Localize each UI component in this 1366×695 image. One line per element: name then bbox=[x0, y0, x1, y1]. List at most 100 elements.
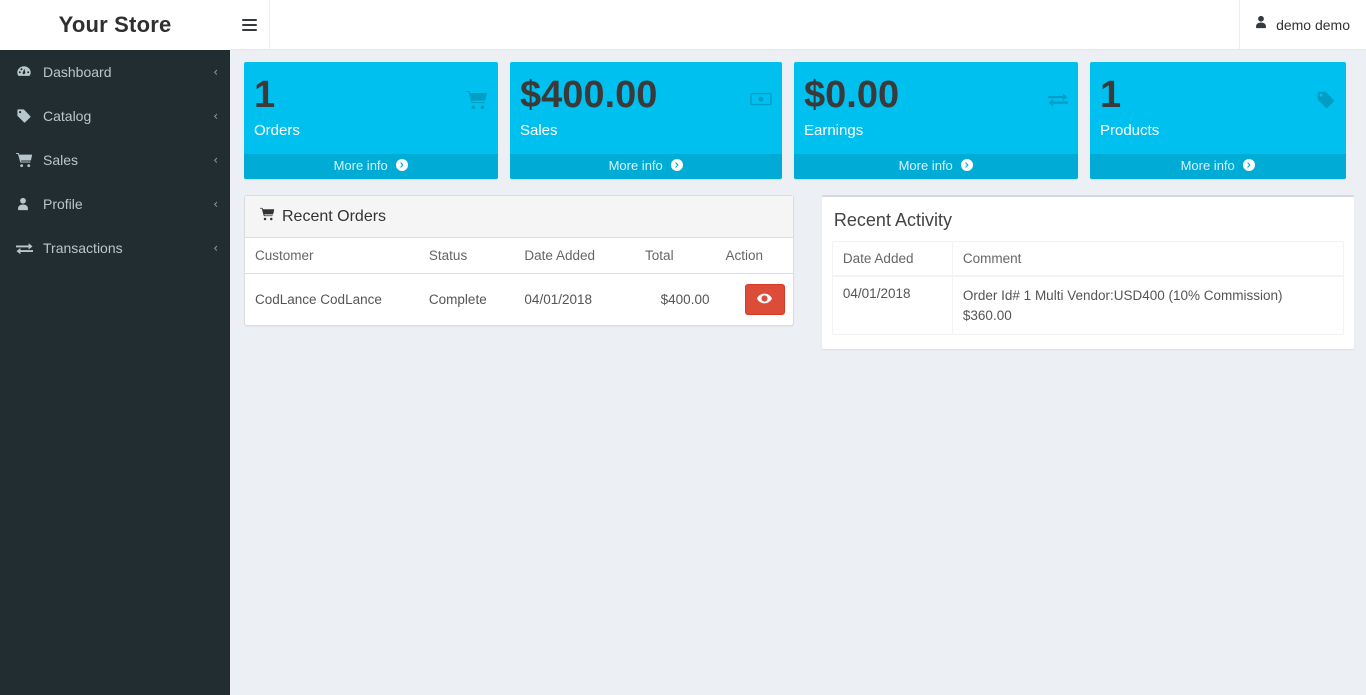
stat-card-orders-wrap: 1 Orders More info bbox=[244, 62, 510, 179]
recent-activity-panel: Recent Activity Date Added Comment 04/01… bbox=[821, 195, 1354, 350]
column-header-comment: Comment bbox=[951, 241, 1345, 277]
user-icon bbox=[16, 196, 40, 212]
sidebar-item-label: Profile bbox=[43, 196, 83, 212]
cell-action bbox=[717, 274, 792, 326]
sidebar-item-catalog[interactable]: Catalog ‹ bbox=[0, 94, 230, 138]
cell-comment: Order Id# 1 Multi Vendor:USD400 (10% Com… bbox=[951, 275, 1345, 336]
arrow-circle-right-icon bbox=[1243, 159, 1256, 174]
column-header-customer: Customer bbox=[245, 238, 421, 274]
stat-card-footer-label: More info bbox=[608, 158, 663, 173]
recent-orders-heading: Recent Orders bbox=[245, 196, 793, 238]
recent-orders-title: Recent Orders bbox=[282, 207, 387, 225]
user-menu[interactable]: demo demo bbox=[1239, 0, 1366, 49]
brand-title: Your Store bbox=[58, 12, 172, 37]
top-navbar: demo demo bbox=[230, 0, 1366, 50]
table-header-row: Date Added Comment bbox=[831, 241, 1345, 277]
arrow-circle-right-icon bbox=[396, 159, 409, 174]
sidebar-item-transactions[interactable]: Transactions ‹ bbox=[0, 226, 230, 270]
stat-card-earnings-wrap: $0.00 Earnings More info bbox=[794, 62, 1090, 179]
tag-icon bbox=[16, 108, 40, 124]
chevron-left-icon: ‹ bbox=[213, 153, 218, 167]
shopping-cart-icon bbox=[260, 207, 275, 226]
sidebar-item-dashboard[interactable]: Dashboard ‹ bbox=[0, 50, 230, 94]
chevron-left-icon: ‹ bbox=[213, 109, 218, 123]
shopping-cart-icon bbox=[16, 152, 40, 168]
stat-card-products-wrap: 1 Products More info bbox=[1090, 62, 1346, 179]
stat-card-label: Earnings bbox=[804, 122, 864, 139]
table-row: 04/01/2018 Order Id# 1 Multi Vendor:USD4… bbox=[831, 275, 1345, 336]
sidebar-item-label: Dashboard bbox=[43, 64, 112, 80]
column-header-date-added: Date Added bbox=[831, 241, 953, 277]
stat-card-footer-label: More info bbox=[898, 158, 953, 173]
column-header-action: Action bbox=[717, 238, 793, 274]
cell-customer: CodLance CodLance bbox=[255, 292, 382, 307]
dashboard-tachometer-icon bbox=[16, 64, 40, 80]
eye-icon bbox=[757, 292, 773, 307]
stat-card-value: 1 bbox=[254, 74, 276, 116]
view-order-button[interactable] bbox=[744, 284, 785, 315]
stat-card-orders: 1 Orders More info bbox=[244, 62, 498, 179]
stat-card-more-info-link[interactable]: More info bbox=[510, 154, 782, 179]
recent-orders-column: Recent Orders Customer Status Date Added… bbox=[244, 195, 806, 349]
stat-card-value: 1 bbox=[1100, 74, 1122, 116]
column-header-total: Total bbox=[637, 238, 718, 274]
exchange-icon bbox=[1048, 90, 1068, 113]
recent-activity-column: Recent Activity Date Added Comment 04/01… bbox=[806, 195, 1354, 350]
column-header-status: Status bbox=[420, 238, 517, 274]
stat-card-label: Sales bbox=[520, 122, 558, 139]
exchange-icon bbox=[16, 240, 40, 256]
chevron-left-icon: ‹ bbox=[213, 241, 218, 255]
sidebar-item-profile[interactable]: Profile ‹ bbox=[0, 182, 230, 226]
stat-card-footer-label: More info bbox=[1180, 158, 1235, 173]
cell-status: Complete bbox=[428, 292, 487, 307]
stat-card-more-info-link[interactable]: More info bbox=[794, 154, 1078, 179]
recent-orders-panel: Recent Orders Customer Status Date Added… bbox=[244, 195, 794, 326]
stat-card-footer-label: More info bbox=[333, 158, 388, 173]
stat-card-earnings: $0.00 Earnings More info bbox=[794, 62, 1078, 179]
sidebar-item-label: Transactions bbox=[43, 240, 123, 256]
arrow-circle-right-icon bbox=[961, 159, 974, 174]
tag-icon bbox=[1316, 90, 1336, 115]
cell-date-added: 04/01/2018 bbox=[524, 292, 592, 307]
chevron-left-icon: ‹ bbox=[213, 197, 218, 211]
sidebar-toggle-button[interactable] bbox=[230, 0, 270, 49]
recent-activity-table: Date Added Comment 04/01/2018 Order Id# … bbox=[831, 241, 1345, 336]
stat-card-more-info-link[interactable]: More info bbox=[244, 154, 498, 179]
stat-cards-row: 1 Orders More info $400.00 Sales More in… bbox=[244, 62, 1354, 179]
brand-logo[interactable]: Your Store bbox=[0, 0, 230, 50]
user-icon bbox=[1254, 15, 1268, 34]
panels-row: Recent Orders Customer Status Date Added… bbox=[244, 195, 1354, 350]
sidebar-item-sales[interactable]: Sales ‹ bbox=[0, 138, 230, 182]
money-icon bbox=[750, 90, 772, 113]
stat-card-inner: 1 Products bbox=[1090, 62, 1346, 154]
stat-card-sales: $400.00 Sales More info bbox=[510, 62, 782, 179]
cell-total: $400.00 bbox=[660, 292, 710, 307]
hamburger-icon bbox=[242, 16, 257, 34]
stat-card-inner: $400.00 Sales bbox=[510, 62, 782, 154]
stat-card-sales-wrap: $400.00 Sales More info bbox=[510, 62, 794, 179]
sidebar-item-label: Catalog bbox=[43, 108, 92, 124]
stat-card-inner: $0.00 Earnings bbox=[794, 62, 1078, 154]
shopping-cart-icon bbox=[466, 90, 488, 115]
chevron-left-icon: ‹ bbox=[213, 65, 218, 79]
user-name: demo demo bbox=[1276, 16, 1350, 33]
stat-card-label: Orders bbox=[254, 122, 300, 139]
arrow-circle-right-icon bbox=[671, 159, 684, 174]
recent-activity-title: Recent Activity bbox=[833, 210, 952, 230]
recent-orders-body: Customer Status Date Added Total Action … bbox=[245, 238, 793, 325]
sidebar: Dashboard ‹ Catalog ‹ Sales ‹ Profile ‹ … bbox=[0, 50, 230, 695]
stat-card-products: 1 Products More info bbox=[1090, 62, 1346, 179]
stat-card-label: Products bbox=[1100, 122, 1160, 139]
navbar-spacer bbox=[270, 0, 1239, 49]
table-header-row: Customer Status Date Added Total Action bbox=[245, 238, 793, 274]
recent-orders-table: Customer Status Date Added Total Action … bbox=[245, 238, 793, 325]
stat-card-value: $400.00 bbox=[520, 74, 658, 116]
main-content: 1 Orders More info $400.00 Sales More in… bbox=[230, 50, 1366, 695]
sidebar-item-label: Sales bbox=[43, 152, 79, 168]
stat-card-inner: 1 Orders bbox=[244, 62, 498, 154]
stat-card-more-info-link[interactable]: More info bbox=[1090, 154, 1346, 179]
column-header-date-added: Date Added bbox=[516, 238, 638, 274]
table-row: CodLance CodLance Complete 04/01/2018 $4… bbox=[245, 274, 793, 326]
cell-date-added: 04/01/2018 bbox=[831, 275, 953, 336]
stat-card-value: $0.00 bbox=[804, 74, 900, 116]
